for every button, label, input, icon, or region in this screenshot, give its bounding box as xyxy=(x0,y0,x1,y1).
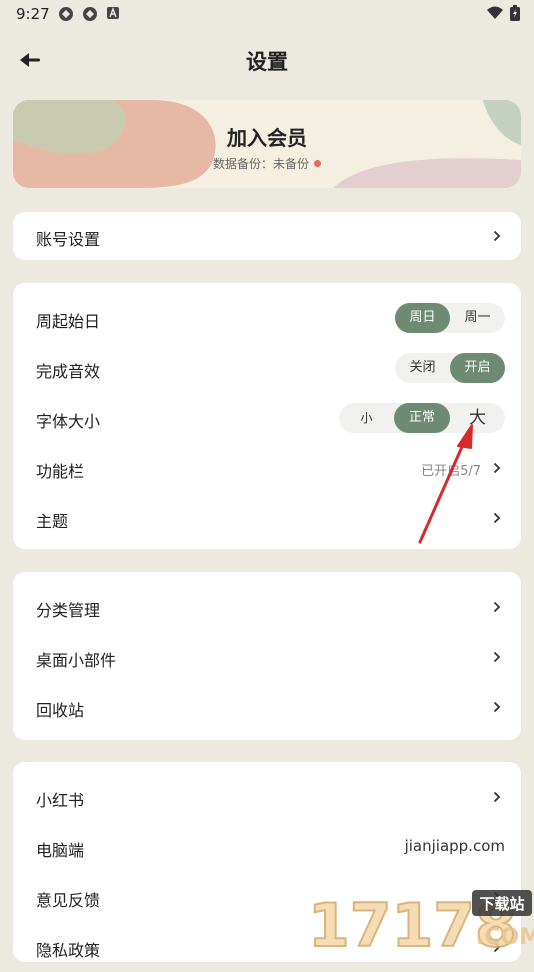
backup-status: 数据备份：未备份 xyxy=(13,155,521,172)
row-label: 电脑端 xyxy=(36,841,85,860)
status-bar: 9:27 xyxy=(0,0,534,28)
row-label: 主题 xyxy=(36,512,69,531)
toolbar-row[interactable]: 功能栏 已开启5/7 xyxy=(13,443,521,493)
manage-card: 分类管理 桌面小部件 回收站 xyxy=(13,572,521,740)
option-monday[interactable]: 周一 xyxy=(450,303,505,333)
widget-row[interactable]: 桌面小部件 xyxy=(13,632,521,682)
option-normal[interactable]: 正常 xyxy=(394,403,450,433)
banner-title: 加入会员 xyxy=(227,126,307,150)
chevron-right-icon xyxy=(493,791,501,803)
account-settings-row[interactable]: 账号设置 xyxy=(13,212,521,260)
row-label: 字体大小 xyxy=(36,412,101,431)
system-icons xyxy=(486,5,520,21)
wifi-icon xyxy=(487,6,503,19)
week-start-toggle: 周日 周一 xyxy=(395,303,505,333)
watermark-domain: .COM xyxy=(476,925,534,950)
option-on[interactable]: 开启 xyxy=(450,353,505,383)
sync-icon xyxy=(59,7,73,21)
unbacked-dot-icon xyxy=(314,160,321,167)
chevron-right-icon xyxy=(493,462,501,474)
membership-banner[interactable]: 加入会员 数据备份：未备份 xyxy=(13,100,521,188)
battery-icon xyxy=(510,5,520,21)
page-title: 设置 xyxy=(246,50,288,74)
option-large[interactable]: 大 xyxy=(450,403,505,433)
status-time: 9:27 xyxy=(16,5,50,23)
row-label: 功能栏 xyxy=(36,462,85,481)
chevron-right-icon xyxy=(493,230,501,242)
theme-row[interactable]: 主题 xyxy=(13,493,521,543)
account-card: 账号设置 xyxy=(13,212,521,260)
chevron-right-icon xyxy=(493,512,501,524)
week-start-row: 周起始日 周日 周一 xyxy=(13,293,521,343)
row-label: 桌面小部件 xyxy=(36,651,117,670)
category-row[interactable]: 分类管理 xyxy=(13,582,521,632)
row-label: 小红书 xyxy=(36,791,85,810)
row-label: 周起始日 xyxy=(36,312,101,331)
chevron-right-icon xyxy=(493,651,501,663)
chevron-right-icon xyxy=(493,601,501,613)
row-label: 完成音效 xyxy=(36,362,101,381)
row-label: 隐私政策 xyxy=(36,941,101,960)
sync-icon-2 xyxy=(83,7,97,21)
header: 设置 xyxy=(0,36,534,84)
row-label: 回收站 xyxy=(36,701,85,720)
sound-toggle: 关闭 开启 xyxy=(395,353,505,383)
chevron-right-icon xyxy=(493,701,501,713)
sound-row: 完成音效 关闭 开启 xyxy=(13,343,521,393)
watermark-badge: 下载站 xyxy=(479,895,524,913)
row-label: 账号设置 xyxy=(36,230,101,249)
app-a-icon xyxy=(107,7,119,19)
notification-icons xyxy=(58,6,120,22)
row-label: 意见反馈 xyxy=(36,891,101,910)
pc-url[interactable]: jianjiapp.com xyxy=(405,837,505,855)
backup-status-text: 数据备份：未备份 xyxy=(212,157,309,171)
font-size-row: 字体大小 小 正常 大 xyxy=(13,393,521,443)
site-watermark: 17178 下载站 .COM xyxy=(307,888,534,962)
font-size-toggle: 小 正常 大 xyxy=(339,403,505,433)
row-label: 分类管理 xyxy=(36,601,101,620)
option-off[interactable]: 关闭 xyxy=(395,353,450,383)
watermark-logo: 17178 下载站 .COM xyxy=(307,890,534,962)
pc-row[interactable]: 电脑端 jianjiapp.com xyxy=(13,822,521,872)
xiaohongshu-row[interactable]: 小红书 xyxy=(13,772,521,822)
trash-row[interactable]: 回收站 xyxy=(13,682,521,732)
option-sunday[interactable]: 周日 xyxy=(395,303,450,333)
toolbar-status: 已开启5/7 xyxy=(421,464,481,479)
preferences-card: 周起始日 周日 周一 完成音效 关闭 开启 字体大小 小 正常 大 功能栏 已开… xyxy=(13,283,521,549)
option-small[interactable]: 小 xyxy=(339,403,394,433)
